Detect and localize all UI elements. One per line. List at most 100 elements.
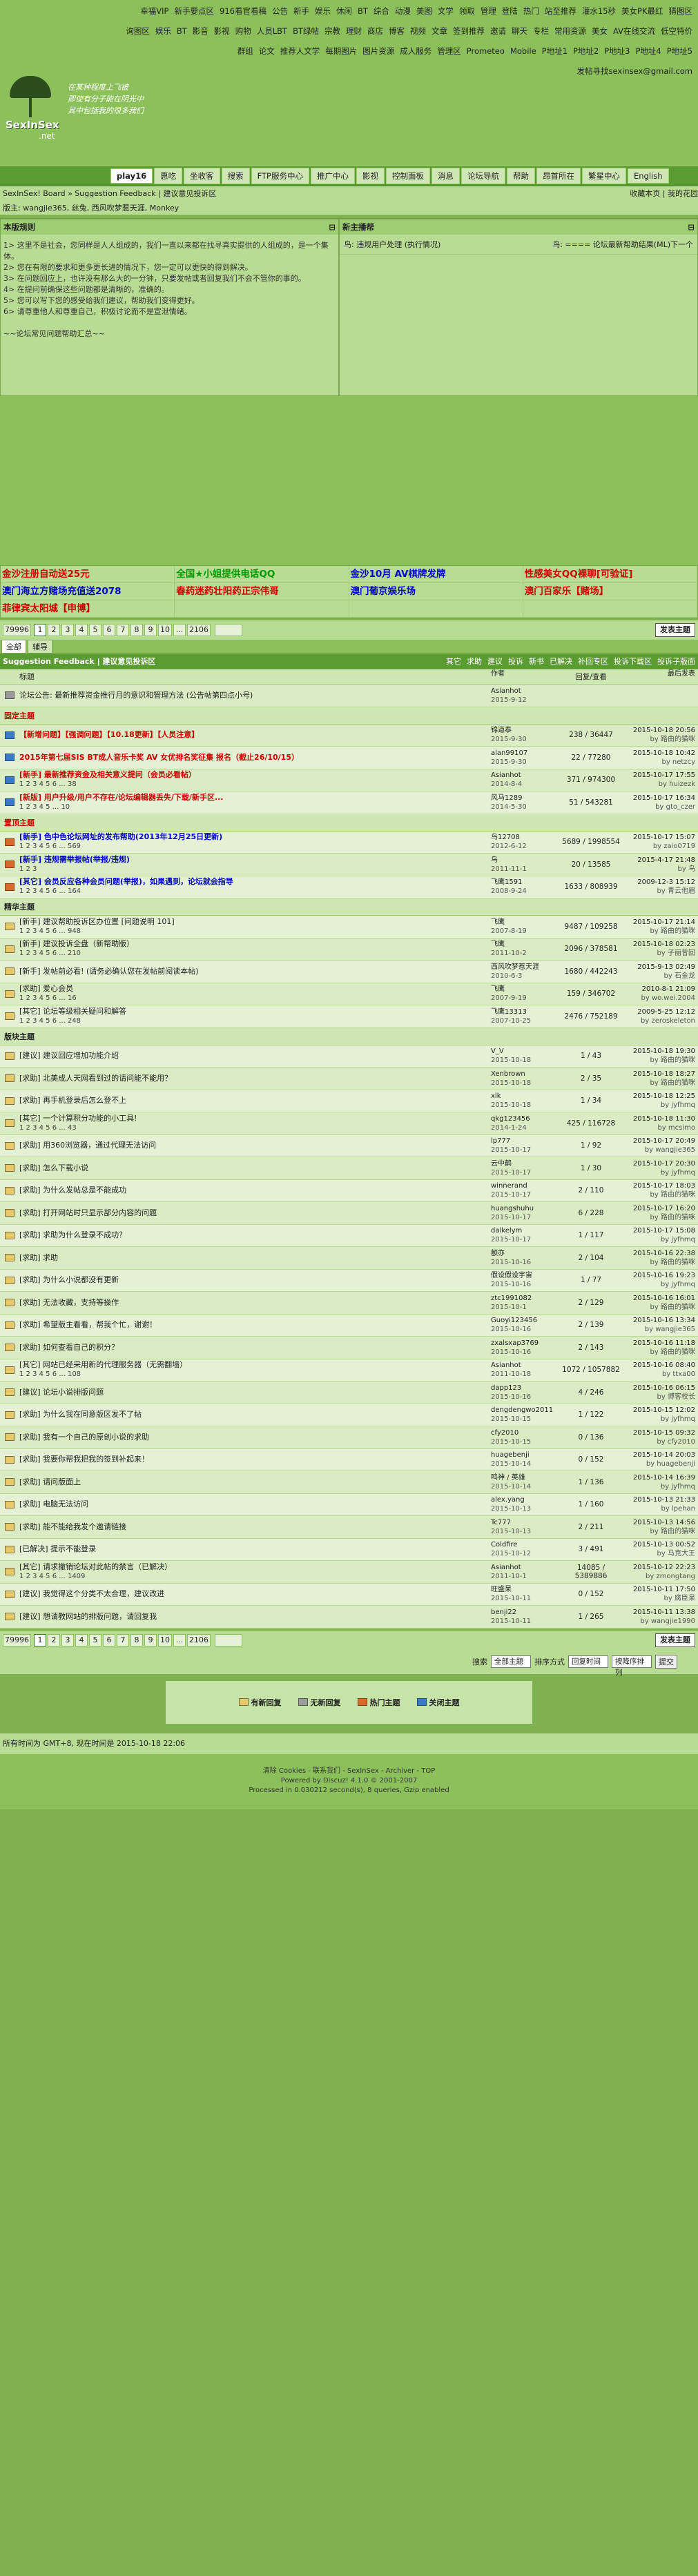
- top-link[interactable]: 聊天: [512, 21, 527, 41]
- collapse-icon[interactable]: ⊟: [329, 219, 336, 235]
- author-name[interactable]: 飞鹰: [491, 940, 560, 949]
- topic-title-link[interactable]: [新手] 违规需举报帖(举报/违规): [19, 855, 488, 865]
- last-post-time[interactable]: 2015-10-17 17:55: [622, 771, 695, 780]
- top-link[interactable]: P地址1: [542, 41, 568, 61]
- topic-title-link[interactable]: [其它] 网站已经采用新的代理服务器（无需翻墙）: [19, 1360, 488, 1370]
- top-link[interactable]: 每期图片: [325, 41, 357, 61]
- filter-link[interactable]: 其它: [446, 657, 461, 666]
- nav-item[interactable]: 帮助: [506, 168, 535, 184]
- rule-row[interactable]: 鸟: 违规用户处理 (执行情况) 鸟: ==== 论坛最新帮助结果(ML)下一个: [340, 235, 697, 255]
- page-link[interactable]: 2106: [187, 624, 211, 636]
- filter-link[interactable]: 补回专区: [578, 657, 608, 666]
- nav-item[interactable]: play16: [110, 168, 153, 184]
- breadcrumb-path[interactable]: SexInSex! Board » Suggestion Feedback | …: [3, 186, 216, 201]
- page-link[interactable]: 6: [103, 624, 115, 636]
- top-link[interactable]: 管理区: [437, 41, 461, 61]
- topic-pages[interactable]: 1 2 3 4 5 6 ... 248: [19, 1016, 488, 1026]
- last-post-time[interactable]: 2015-10-16 22:38: [622, 1249, 695, 1258]
- page-link[interactable]: 8: [130, 624, 143, 636]
- ad-link[interactable]: [175, 600, 349, 618]
- topic-pages[interactable]: 1 2 3 4 5 6 ... 569: [19, 842, 488, 852]
- page-link[interactable]: 5: [89, 1633, 101, 1646]
- top-link[interactable]: 群组: [237, 41, 253, 61]
- page-link[interactable]: ...: [173, 624, 186, 636]
- topic-title-link[interactable]: [新手] 色中色论坛网址的发布帮助(2013年12月25日更新): [19, 832, 488, 842]
- top-link[interactable]: 幸福VIP: [140, 1, 168, 21]
- author-name[interactable]: ztc1991082: [491, 1294, 560, 1303]
- top-link[interactable]: 登陆: [502, 1, 518, 21]
- top-link[interactable]: 发帖寻找sexinsex@gmail.com: [577, 61, 692, 81]
- page-link[interactable]: 10: [158, 1633, 172, 1646]
- author-name[interactable]: 飞鹰1591: [491, 878, 560, 887]
- top-link[interactable]: Prometeo: [467, 41, 505, 61]
- last-post-time[interactable]: 2015-10-11 13:38: [622, 1608, 695, 1617]
- topic-title-link[interactable]: [求助] 无法收藏，支持等操作: [19, 1298, 488, 1308]
- ad-link[interactable]: [349, 600, 523, 618]
- last-post-time[interactable]: 2015-10-16 08:40: [622, 1361, 695, 1370]
- author-name[interactable]: 风马1289: [491, 794, 560, 803]
- top-link[interactable]: 娱乐: [155, 21, 171, 41]
- last-post-time[interactable]: 2015-10-13 00:52: [622, 1540, 695, 1549]
- page-link[interactable]: ...: [173, 1633, 186, 1646]
- topic-title-link[interactable]: [新手] 最新推荐资金及相关意义提问（会员必看帖）: [19, 770, 488, 780]
- topic-title-link[interactable]: [新手] 建议帮助投诉区办位置 [问题说明 101]: [19, 917, 488, 927]
- last-post-time[interactable]: 2015-10-16 16:01: [622, 1294, 695, 1303]
- last-post-author[interactable]: by 鸟: [622, 865, 695, 874]
- top-link[interactable]: 签到推荐: [453, 21, 485, 41]
- collapse-icon[interactable]: ⊟: [688, 219, 695, 235]
- last-post-author[interactable]: by huagebenji: [622, 1459, 695, 1468]
- page-link[interactable]: 7: [117, 1633, 129, 1646]
- page-jump-input[interactable]: [215, 1633, 242, 1646]
- topic-title-link[interactable]: [求助] 爱心会员: [19, 984, 488, 994]
- author-name[interactable]: Tc777: [491, 1518, 560, 1527]
- last-post-author[interactable]: by jyfhmq: [622, 1280, 695, 1289]
- nav-item[interactable]: 消息: [431, 168, 460, 184]
- last-post-author[interactable]: by 路由的猫咪: [622, 927, 695, 936]
- top-link[interactable]: 人员LBT: [257, 21, 287, 41]
- last-post-author[interactable]: by netzcy: [622, 758, 695, 767]
- top-link[interactable]: 影视: [214, 21, 230, 41]
- top-link[interactable]: 领取: [459, 1, 475, 21]
- last-post-time[interactable]: 2015-10-15 09:32: [622, 1428, 695, 1437]
- top-link[interactable]: 购物: [235, 21, 251, 41]
- topic-title-link[interactable]: [求助] 我有一个自己的原创小说的求助: [19, 1433, 488, 1442]
- author-name[interactable]: dapp123: [491, 1384, 560, 1393]
- page-link[interactable]: 4: [75, 1633, 88, 1646]
- top-link[interactable]: P地址3: [604, 41, 630, 61]
- top-link[interactable]: P地址4: [635, 41, 661, 61]
- last-post-time[interactable]: 2015-10-17 21:14: [622, 918, 695, 927]
- author-name[interactable]: Asianhot: [491, 687, 560, 696]
- author-name[interactable]: 云中鹤: [491, 1159, 560, 1168]
- author-name[interactable]: Asianhot: [491, 771, 560, 780]
- author-name[interactable]: Guoyi123456: [491, 1316, 560, 1325]
- top-link[interactable]: BT绿帖: [293, 21, 319, 41]
- top-link[interactable]: 成人服务: [400, 41, 432, 61]
- last-post-time[interactable]: 2015-10-14 16:39: [622, 1473, 695, 1482]
- top-link[interactable]: 视频: [410, 21, 426, 41]
- topic-title-link[interactable]: [求助] 求助为什么登录不成功？: [19, 1230, 488, 1240]
- ad-link[interactable]: 金沙10月 AV棋牌发牌: [349, 566, 523, 583]
- topic-title-link[interactable]: [新手] 建议投诉全盘（新帮助版）: [19, 939, 488, 949]
- last-post-author[interactable]: by gto_czer: [622, 803, 695, 812]
- last-post-time[interactable]: 2015-10-18 10:42: [622, 749, 695, 758]
- topic-title-link[interactable]: [新版] 用户升级/用户不存在/论坛编辑器丢失/下载/新手区...: [19, 793, 488, 803]
- nav-item[interactable]: English: [627, 168, 669, 184]
- last-post-time[interactable]: 2015-10-17 20:30: [622, 1159, 695, 1168]
- topic-title-link[interactable]: [新手] 发帖前必看! (请务必确认您在发帖前阅读本帖): [19, 967, 488, 976]
- page-link[interactable]: 2: [48, 624, 60, 636]
- top-link[interactable]: 休闲: [336, 1, 352, 21]
- author-name[interactable]: Coldfire: [491, 1540, 560, 1549]
- topic-pages[interactable]: 1 2 3 4 5 6 ... 948: [19, 927, 488, 936]
- author-name[interactable]: Asianhot: [491, 1563, 560, 1572]
- topic-title-link[interactable]: [求助] 再手机登录后怎么登不上: [19, 1096, 488, 1105]
- nav-item[interactable]: 推广中心: [310, 168, 355, 184]
- topic-title-link[interactable]: [求助] 为什么发帖总是不能成功: [19, 1186, 488, 1195]
- topic-title-link[interactable]: [已解决] 提示不能登录: [19, 1544, 488, 1554]
- top-link[interactable]: 猜图区: [669, 1, 693, 21]
- topic-pages[interactable]: 1 2 3 4 5 6 ... 108: [19, 1370, 488, 1379]
- site-logo[interactable]: SexInSex .net: [6, 76, 71, 145]
- last-post-author[interactable]: by 石金龙: [622, 972, 695, 981]
- filter-link[interactable]: 求助: [467, 657, 482, 666]
- page-link[interactable]: 7: [117, 624, 129, 636]
- page-link[interactable]: 5: [89, 624, 101, 636]
